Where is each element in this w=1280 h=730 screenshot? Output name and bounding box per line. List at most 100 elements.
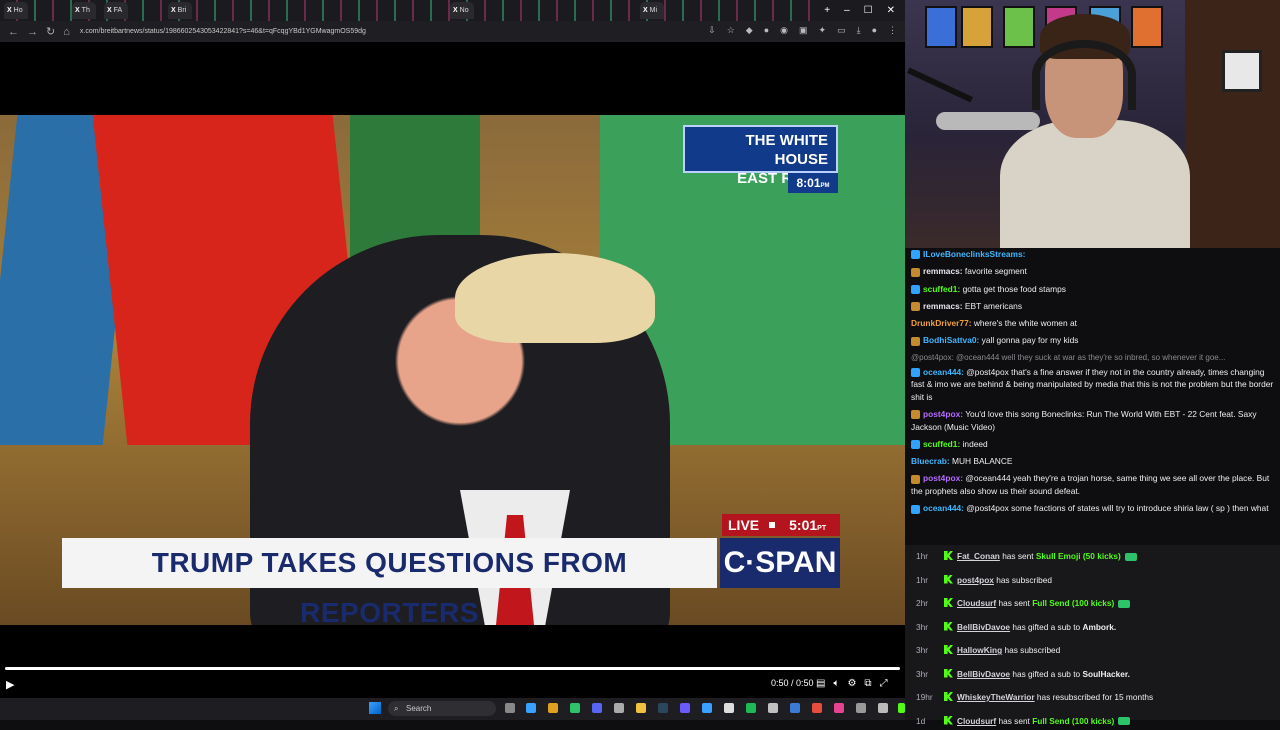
windows-start-icon[interactable] bbox=[369, 702, 381, 714]
event-text: post4pox has subscribed bbox=[957, 574, 1053, 585]
event-age: 1hr bbox=[916, 551, 928, 561]
chat-text: yall gonna pay for my kids bbox=[981, 335, 1079, 346]
progress-bar[interactable] bbox=[5, 667, 900, 670]
event-user-link[interactable]: HallowKing bbox=[957, 645, 1002, 655]
app-icon[interactable] bbox=[680, 703, 690, 713]
chat-username[interactable]: ILoveBoneclinksStreams: bbox=[923, 249, 1025, 259]
chat-username[interactable]: remmacs: bbox=[923, 266, 963, 276]
folder-icon[interactable] bbox=[636, 703, 646, 713]
app-icon[interactable] bbox=[812, 703, 822, 713]
tab-bar: X Ho X Th X FA X Bri X No X Mi + – ☐ ✕ bbox=[0, 0, 905, 21]
browser-tab[interactable]: X FA bbox=[104, 2, 128, 19]
app-icon[interactable] bbox=[878, 703, 888, 713]
chat-message: ocean444: @post4pox some fractions of st… bbox=[911, 502, 1274, 515]
minimize-button[interactable]: – bbox=[844, 5, 850, 16]
app-icon[interactable] bbox=[856, 703, 866, 713]
browser-tab[interactable]: X Th bbox=[72, 2, 96, 19]
event-row: 1hr Fat_Conan has sent Skull Emoji (50 ki… bbox=[905, 547, 1280, 565]
forward-icon[interactable]: → bbox=[27, 26, 38, 38]
chat-badge-icon bbox=[911, 504, 920, 514]
wall-poster bbox=[961, 6, 993, 48]
chat-message: scuffed1: indeed bbox=[911, 438, 1274, 451]
event-row: 19hr WhiskeyTheWarrior has resubscribed f… bbox=[905, 688, 1280, 706]
app-icon[interactable] bbox=[724, 703, 734, 713]
kick-icon bbox=[944, 551, 953, 560]
settings-icon[interactable]: ⚙ bbox=[847, 678, 856, 689]
captions-icon[interactable]: ▤ bbox=[816, 678, 825, 689]
extension-icon[interactable]: ▣ bbox=[799, 25, 808, 36]
bookmark-star-icon[interactable]: ☆ bbox=[727, 25, 735, 36]
browser-tab[interactable]: X No bbox=[450, 2, 474, 19]
search-icon: ⌕ bbox=[394, 704, 399, 713]
chat-username[interactable]: post4pox: bbox=[923, 473, 963, 483]
event-user-link[interactable]: post4pox bbox=[957, 575, 994, 585]
profile-icon[interactable]: ● bbox=[872, 25, 877, 36]
chat-username[interactable]: DrunkDriver77: bbox=[911, 318, 972, 328]
extension-icon[interactable]: ◉ bbox=[780, 25, 788, 36]
event-text: BellBivDavoe has gifted a sub to SoulHac… bbox=[957, 668, 1130, 679]
chat-username[interactable]: ocean444: bbox=[923, 367, 964, 377]
chat-username[interactable]: BodhiSattva0: bbox=[923, 335, 979, 345]
volume-icon[interactable]: 🔈︎ bbox=[833, 678, 839, 689]
kick-icon[interactable] bbox=[898, 703, 905, 713]
chat-username[interactable]: scuffed1: bbox=[923, 284, 960, 294]
pip-icon[interactable]: ⧉ bbox=[864, 678, 871, 689]
event-user-link[interactable]: Cloudsurf bbox=[957, 598, 996, 608]
chat-username[interactable]: post4pox: bbox=[923, 409, 963, 419]
kick-icon bbox=[944, 574, 953, 584]
browser-tab[interactable]: X Ho bbox=[4, 2, 28, 19]
play-icon[interactable]: ▶ bbox=[6, 678, 14, 691]
maximize-button[interactable]: ☐ bbox=[864, 5, 873, 16]
puzzle-icon[interactable]: ✦ bbox=[819, 25, 827, 36]
fullscreen-icon[interactable]: ⤢ bbox=[880, 678, 888, 689]
chat-username[interactable]: scuffed1: bbox=[923, 439, 960, 449]
wall-poster bbox=[925, 6, 957, 48]
taskbar-search[interactable]: ⌕ Search bbox=[388, 701, 496, 716]
home-icon[interactable]: ⌂ bbox=[63, 26, 70, 38]
chat-text: You'd love this song Boneclinks: Run The… bbox=[911, 409, 1257, 432]
menu-icon[interactable]: ⋮ bbox=[888, 25, 897, 36]
browser-tab[interactable]: X Bri bbox=[168, 2, 192, 19]
reload-icon[interactable]: ↻ bbox=[46, 25, 55, 38]
bookshelf bbox=[1185, 0, 1280, 248]
extension-icon[interactable]: ◆ bbox=[746, 25, 753, 36]
streamer-body bbox=[1000, 120, 1190, 260]
chat-message: remmacs: favorite segment bbox=[911, 265, 1274, 278]
event-user-link[interactable]: BellBivDavoe bbox=[957, 669, 1010, 679]
app-icon[interactable] bbox=[790, 703, 800, 713]
new-tab-button[interactable]: + bbox=[824, 5, 830, 16]
spotify-icon[interactable] bbox=[746, 703, 756, 713]
chat-username[interactable]: ocean444: bbox=[923, 503, 964, 513]
edge-icon[interactable] bbox=[526, 703, 536, 713]
event-user-link[interactable]: BellBivDavoe bbox=[957, 622, 1010, 632]
event-user-link[interactable]: Fat_Conan bbox=[957, 551, 1000, 561]
back-icon[interactable]: ← bbox=[8, 26, 19, 38]
chat-username[interactable]: remmacs: bbox=[923, 301, 963, 311]
chat-badge-icon bbox=[911, 336, 920, 346]
download-icon[interactable]: ⤓ bbox=[857, 25, 861, 36]
chrome-icon[interactable] bbox=[548, 703, 558, 713]
chat-message: remmacs: EBT americans bbox=[911, 300, 1274, 313]
event-row: 3hr HallowKing has subscribed bbox=[905, 641, 1280, 659]
extension-icon[interactable]: ● bbox=[764, 25, 769, 36]
broadcast-clock: 8:01PM bbox=[788, 173, 838, 193]
mail-icon[interactable] bbox=[614, 703, 624, 713]
app-icon[interactable] bbox=[702, 703, 712, 713]
install-icon[interactable]: ⇩ bbox=[708, 25, 716, 36]
discord-icon[interactable] bbox=[592, 703, 602, 713]
url-field[interactable]: x.com/breitbartnews/status/1986602543053… bbox=[80, 28, 366, 35]
close-button[interactable]: ✕ bbox=[887, 5, 895, 16]
event-user-link[interactable]: WhiskeyTheWarrior bbox=[957, 692, 1035, 702]
app-icon[interactable] bbox=[834, 703, 844, 713]
browser-tab[interactable]: X Mi bbox=[640, 2, 664, 19]
chat-username[interactable]: Bluecrab: bbox=[911, 456, 950, 466]
window-controls: + – ☐ ✕ bbox=[824, 0, 905, 21]
sidebar-icon[interactable]: ▭ bbox=[837, 25, 846, 36]
chat-badge-icon bbox=[911, 284, 920, 294]
app-icon[interactable] bbox=[570, 703, 580, 713]
event-age: 3hr bbox=[916, 645, 928, 655]
event-user-link[interactable]: Cloudsurf bbox=[957, 716, 996, 726]
steam-icon[interactable] bbox=[658, 703, 668, 713]
taskview-icon[interactable] bbox=[505, 703, 515, 713]
app-icon[interactable] bbox=[768, 703, 778, 713]
